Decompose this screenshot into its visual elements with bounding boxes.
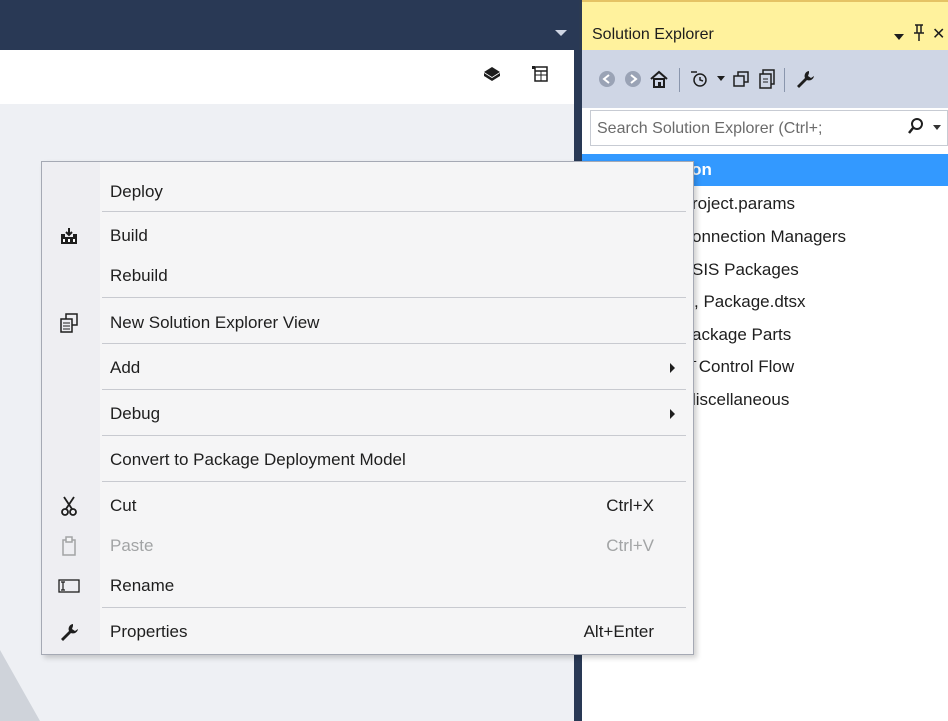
editor-title-bar [0,0,579,50]
build-icon [58,225,80,247]
new-view-icon [58,312,80,334]
menu-separator [102,435,686,436]
properties-wrench-icon[interactable] [794,68,816,90]
menu-item-cut[interactable]: Cut Ctrl+X [42,489,693,523]
menu-separator [102,211,686,212]
solution-explorer-toolbar [582,50,948,108]
menu-item-label: Cut [110,496,137,515]
menu-item-label: Build [110,226,148,245]
menu-item-convert-to-package-deployment-model[interactable]: Convert to Package Deployment Model [42,443,693,477]
tree-item-label: SIS Packages [692,260,799,279]
scissors-icon [58,495,80,517]
solution-explorer-search[interactable] [590,110,948,146]
menu-separator [102,607,686,608]
submenu-arrow-icon [670,409,675,419]
menu-item-add[interactable]: Add [42,351,693,385]
tree-item-label: ackage Parts [692,325,792,344]
menu-item-deploy[interactable]: Deploy [42,175,693,209]
menu-item-debug[interactable]: Debug [42,397,693,431]
filter-dropdown-icon[interactable] [710,68,732,90]
menu-item-label: Properties [110,622,188,641]
menu-item-shortcut: Alt+Enter [583,622,654,641]
menu-separator [102,297,686,298]
solution-explorer-header: Solution Explorer ✕ [582,0,948,50]
editor-toolbar [0,50,574,104]
menu-item-label: Debug [110,404,161,423]
menu-separator [102,389,686,390]
menu-separator [102,481,686,482]
sync-with-document-icon[interactable] [730,68,752,90]
context-menu: Deploy Build Rebuild New Solution Explor… [41,161,694,655]
solution-explorer-title: Solution Explorer [592,26,714,43]
menu-item-shortcut: Ctrl+X [606,496,654,515]
menu-item-build[interactable]: Build [42,219,693,253]
menu-item-label: Paste [110,536,154,555]
menu-item-label: Rename [110,576,175,595]
menu-item-shortcut: Ctrl+V [606,536,654,555]
home-icon[interactable] [648,68,670,90]
menu-item-properties[interactable]: Properties Alt+Enter [42,615,693,649]
close-icon[interactable]: ✕ [932,24,945,44]
submenu-arrow-icon [670,363,675,373]
pending-changes-filter-icon[interactable] [688,68,710,90]
menu-item-paste[interactable]: Paste Ctrl+V [42,529,693,563]
zoom-icon[interactable] [482,64,502,84]
tree-item-label: ̄ Control Flow [694,357,795,376]
search-icon[interactable] [907,117,925,140]
forward-icon[interactable] [622,68,644,90]
menu-separator [102,343,686,344]
menu-item-label: Convert to Package Deployment Model [110,450,406,469]
clipboard-icon [58,535,80,557]
tree-item-label: roject.params [692,194,795,213]
menu-item-new-solution-explorer-view[interactable]: New Solution Explorer View [42,306,693,340]
menu-item-label: Add [110,358,141,377]
window-position-dropdown-icon[interactable] [894,28,904,46]
pin-icon[interactable] [912,24,926,47]
menu-item-rebuild[interactable]: Rebuild [42,259,693,293]
menu-item-label: New Solution Explorer View [110,313,320,332]
menu-item-label: Rebuild [110,266,168,285]
search-input[interactable] [595,117,899,141]
menu-item-label: Deploy [110,182,163,201]
search-options-dropdown-icon[interactable] [933,125,941,130]
window-dropdown-icon[interactable] [555,30,567,36]
tree-item-label: liscellaneous [692,390,790,409]
back-icon[interactable] [596,68,618,90]
rename-icon [58,575,80,597]
menu-item-rename[interactable]: Rename [42,569,693,603]
wrench-icon [58,621,80,643]
show-all-files-icon[interactable] [756,68,778,90]
corner-decoration [0,650,40,721]
grid-view-icon[interactable] [530,64,550,84]
tree-item-label: , Package.dtsx [694,292,806,311]
tree-item-label: onnection Managers [692,227,847,246]
